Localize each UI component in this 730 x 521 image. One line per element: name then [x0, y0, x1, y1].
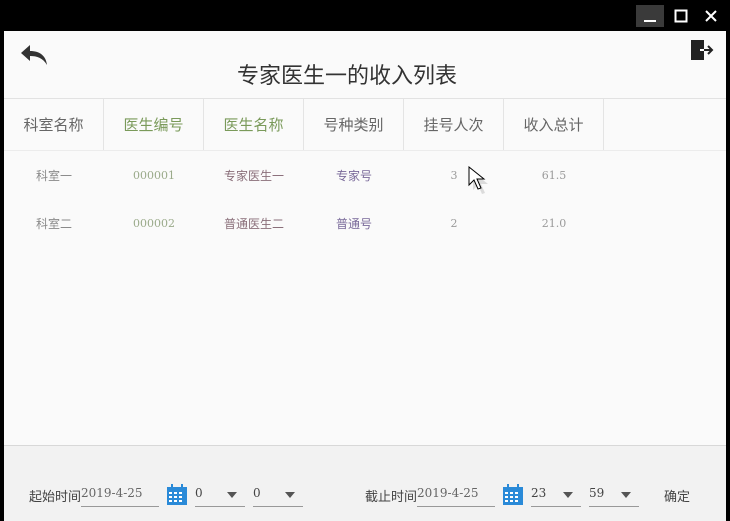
confirm-button[interactable]: 确定 [664, 486, 690, 505]
start-minute-value: 0 [253, 486, 261, 500]
app-window: 专家医生一的收入列表 科室名称 医生编号 医生名称 号种类别 挂号人次 收入总计… [4, 31, 726, 521]
column-header-visits[interactable]: 挂号人次 [404, 99, 504, 150]
end-date-field[interactable]: 2019-4-25 [417, 486, 495, 507]
end-time-label: 截止时间 [365, 490, 418, 505]
chevron-down-icon [285, 492, 295, 498]
start-date-field[interactable]: 2019-4-25 [81, 486, 159, 507]
chevron-down-icon [227, 492, 237, 498]
cell-income: 21.0 [541, 216, 567, 230]
start-minute-select[interactable]: 0 [253, 486, 303, 507]
cell-doctor-name: 专家医生一 [223, 168, 284, 183]
cell-visits: 3 [450, 168, 458, 182]
maximize-icon [674, 9, 688, 23]
exit-icon[interactable] [690, 39, 714, 61]
cell-income: 61.5 [541, 168, 567, 182]
end-hour-value: 23 [531, 486, 547, 500]
cell-doctor-name: 普通医生二 [223, 216, 284, 231]
cell-dept: 科室二 [35, 216, 72, 231]
maximize-button[interactable] [667, 5, 695, 27]
close-button[interactable] [697, 5, 725, 27]
chevron-down-icon [621, 492, 631, 498]
calendar-icon[interactable] [166, 484, 188, 506]
title-bar [0, 0, 730, 31]
column-header-ticket-type[interactable]: 号种类别 [304, 99, 404, 150]
mouse-cursor-icon [468, 166, 488, 194]
column-header-dept[interactable]: 科室名称 [4, 99, 104, 150]
column-header-doctor-id[interactable]: 医生编号 [104, 99, 204, 150]
cell-visits: 2 [450, 216, 458, 230]
cell-ticket-type: 专家号 [335, 168, 372, 183]
cell-dept: 科室一 [35, 168, 72, 183]
end-minute-value: 59 [589, 486, 605, 500]
cell-doctor-id: 000002 [133, 216, 175, 230]
calendar-icon[interactable] [502, 484, 524, 506]
page-title: 专家医生一的收入列表 [236, 64, 457, 89]
start-hour-value: 0 [195, 486, 203, 500]
minimize-button[interactable] [636, 5, 664, 27]
column-header-doctor-name[interactable]: 医生名称 [204, 99, 304, 150]
end-hour-select[interactable]: 23 [531, 486, 581, 507]
cell-ticket-type: 普通号 [335, 216, 372, 231]
table-header: 科室名称 医生编号 医生名称 号种类别 挂号人次 收入总计 [4, 99, 726, 151]
start-hour-select[interactable]: 0 [195, 486, 245, 507]
chevron-down-icon [563, 492, 573, 498]
minimize-icon [644, 20, 656, 22]
table-row[interactable]: 科室二 000002 普通医生二 普通号 2 21.0 [4, 207, 726, 239]
close-icon [705, 10, 717, 22]
table-row[interactable]: 科室一 000001 专家医生一 专家号 3 61.5 [4, 159, 726, 191]
date-filter-bar: 起始时间 2019-4-25 0 0 截止时间 2019-4-25 23 59 … [4, 445, 726, 521]
header: 专家医生一的收入列表 [4, 31, 726, 99]
start-time-label: 起始时间 [29, 490, 82, 505]
column-header-income[interactable]: 收入总计 [504, 99, 604, 150]
cell-doctor-id: 000001 [133, 168, 175, 182]
end-minute-select[interactable]: 59 [589, 486, 639, 507]
